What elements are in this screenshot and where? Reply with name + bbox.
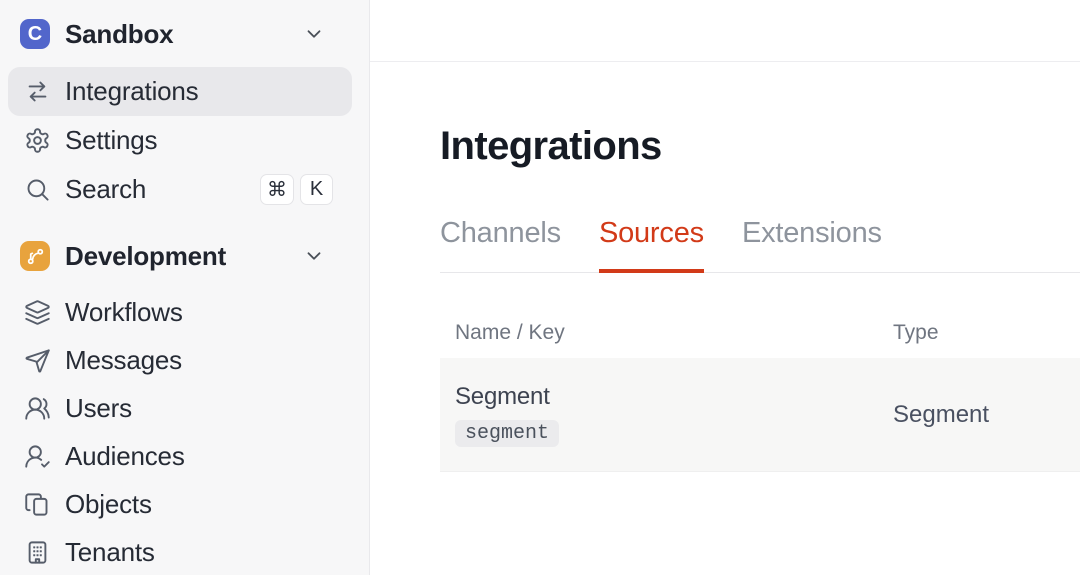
workspace-switcher[interactable]: C Sandbox: [0, 14, 369, 54]
swap-arrows-icon: [24, 78, 51, 105]
sidebar-item-label: Search: [65, 174, 147, 204]
tab-bar: Channels Sources Extensions: [440, 217, 1080, 273]
building-icon: [24, 539, 51, 566]
sidebar-item-messages[interactable]: Messages: [8, 336, 352, 384]
sidebar-item-label: Tenants: [65, 536, 155, 567]
sidebar-item-users[interactable]: Users: [8, 384, 352, 432]
chevron-down-icon: [303, 23, 325, 45]
sidebar-item-search[interactable]: Search ⌘ K: [8, 165, 352, 214]
gear-icon: [24, 127, 51, 154]
sidebar-item-tenants[interactable]: Tenants: [8, 528, 352, 575]
sidebar-nav: Integrations Settings Search ⌘ K: [0, 67, 369, 214]
sidebar-item-integrations[interactable]: Integrations: [8, 67, 352, 116]
sidebar-item-label: Users: [65, 392, 132, 423]
copy-pages-icon: [24, 491, 51, 518]
k-key: K: [300, 174, 333, 205]
workspace-logo: C: [20, 19, 50, 49]
sidebar-item-label: Audiences: [65, 440, 185, 471]
source-key-badge: segment: [455, 419, 560, 447]
page-content: Integrations Channels Sources Extensions…: [370, 62, 1080, 472]
top-bar: [370, 0, 1080, 62]
sources-table: Name / Key Type Segment segment Segment: [440, 321, 1080, 472]
chevron-down-icon: [303, 245, 325, 267]
paper-plane-icon: [24, 347, 51, 374]
sidebar: C Sandbox Integrations Settings Search ⌘…: [0, 0, 370, 575]
sidebar-item-settings[interactable]: Settings: [8, 116, 352, 165]
source-name: Segment: [455, 382, 550, 410]
git-branch-icon: [20, 241, 50, 271]
sidebar-item-audiences[interactable]: Audiences: [8, 432, 352, 480]
sidebar-item-label: Settings: [65, 125, 158, 155]
table-row[interactable]: Segment segment Segment: [440, 358, 1080, 472]
column-header-type: Type: [893, 321, 939, 344]
app-window: C Sandbox Integrations Settings Search ⌘…: [0, 0, 1080, 575]
sidebar-item-label: Objects: [65, 488, 152, 519]
column-header-name-key: Name / Key: [455, 321, 565, 344]
users-icon: [24, 395, 51, 422]
tab-extensions[interactable]: Extensions: [742, 217, 882, 273]
page-title: Integrations: [440, 124, 662, 168]
command-key: ⌘: [260, 174, 294, 205]
sidebar-item-label: Messages: [65, 344, 182, 375]
section-development[interactable]: Development: [0, 234, 369, 278]
tab-channels[interactable]: Channels: [440, 217, 561, 273]
layers-icon: [24, 299, 51, 326]
search-icon: [24, 176, 51, 203]
user-check-icon: [24, 443, 51, 470]
tab-sources[interactable]: Sources: [598, 217, 704, 273]
workspace-name: Sandbox: [65, 18, 174, 49]
sidebar-item-objects[interactable]: Objects: [8, 480, 352, 528]
cell-name-key: Segment segment: [455, 383, 893, 447]
section-label: Development: [65, 240, 227, 271]
main-area: Integrations Channels Sources Extensions…: [370, 0, 1080, 575]
table-header: Name / Key Type: [440, 321, 1080, 358]
development-nav: Workflows Messages Users Audiences Objec…: [0, 288, 369, 575]
source-type: Segment: [893, 400, 990, 428]
sidebar-item-workflows[interactable]: Workflows: [8, 288, 352, 336]
sidebar-item-label: Workflows: [65, 296, 183, 327]
search-shortcut: ⌘ K: [260, 174, 333, 205]
sidebar-item-label: Integrations: [65, 76, 199, 106]
